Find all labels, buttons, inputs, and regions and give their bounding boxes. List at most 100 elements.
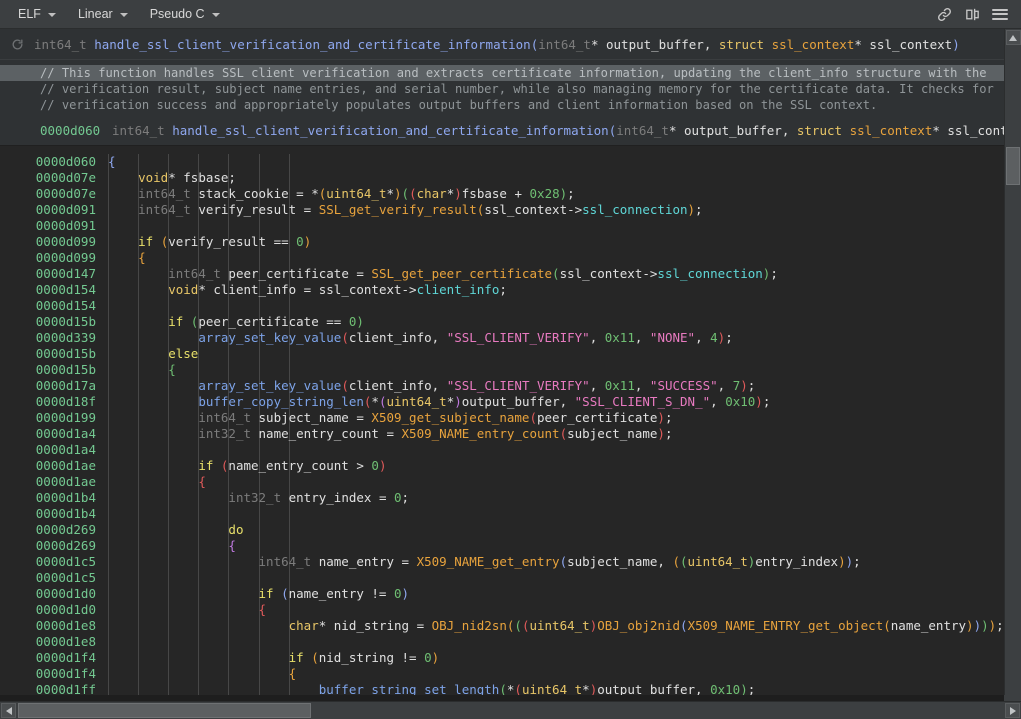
code-token[interactable]: ;	[665, 426, 673, 441]
code-token[interactable]: )	[356, 314, 364, 329]
code-token[interactable]: SSL_get_peer_certificate	[371, 266, 552, 281]
code-token[interactable]: (	[409, 186, 417, 201]
code-token[interactable]: buffer_copy_string_len	[198, 394, 364, 409]
line-address[interactable]: 0000d154	[0, 298, 96, 314]
code-token[interactable]: {	[108, 154, 116, 169]
code-line[interactable]: 0000d1d0 if (name_entry != 0)	[0, 586, 1004, 602]
code-token[interactable]: handle_ssl_client_verification_and_certi…	[172, 123, 609, 138]
line-address[interactable]: 0000d091	[0, 202, 96, 218]
code-token[interactable]: )	[394, 186, 402, 201]
scroll-right-arrow-icon[interactable]	[1005, 703, 1020, 718]
code-line[interactable]: 0000d154	[0, 298, 1004, 314]
code-token[interactable]: (	[281, 586, 289, 601]
code-token[interactable]: int64_t	[138, 202, 191, 217]
code-token[interactable]: "SSL_CLIENT_VERIFY"	[447, 378, 590, 393]
code-token[interactable]: int32_t	[198, 426, 251, 441]
code-token[interactable]: 0x10	[725, 394, 755, 409]
code-token[interactable]: (	[560, 554, 568, 569]
line-address[interactable]: 0000d1d0	[0, 602, 96, 618]
code-line[interactable]: 0000d07e int64_t stack_cookie = * (uint64…	[0, 186, 1004, 202]
code-token[interactable]: ;	[499, 282, 507, 297]
line-code[interactable]: if (nid_string != 0)	[96, 650, 1004, 666]
code-line[interactable]: 0000d1ae if (name_entry_count > 0)	[0, 458, 1004, 474]
code-token[interactable]: (	[311, 650, 319, 665]
code-token[interactable]: {	[289, 666, 297, 681]
code-line[interactable]: 0000d17a array_set_key_value(client_info…	[0, 378, 1004, 394]
line-address[interactable]: 0000d17a	[0, 378, 96, 394]
line-address[interactable]: 0000d1b4	[0, 490, 96, 506]
code-line[interactable]: 0000d269 do	[0, 522, 1004, 538]
file-format-dropdown[interactable]: ELF	[10, 4, 64, 24]
line-code[interactable]: {	[96, 602, 1004, 618]
code-token[interactable]: ,	[718, 378, 733, 393]
line-address[interactable]: 0000d1ae	[0, 458, 96, 474]
code-token[interactable]: struct	[797, 123, 850, 138]
code-token[interactable]: array_set_key_value	[198, 378, 341, 393]
line-address[interactable]: 0000d269	[0, 522, 96, 538]
line-code[interactable]: {	[96, 362, 1004, 378]
code-token[interactable]: {	[198, 474, 206, 489]
line-address[interactable]: 0000d15b	[0, 314, 96, 330]
code-token[interactable]: OBJ_nid2sn	[432, 618, 507, 633]
code-token[interactable]: int64_t	[34, 37, 94, 52]
line-code[interactable]: {	[96, 666, 1004, 682]
code-line[interactable]: 0000d339 array_set_key_value(client_info…	[0, 330, 1004, 346]
code-token[interactable]: )	[846, 554, 854, 569]
code-token[interactable]: peer_certificate ==	[198, 314, 349, 329]
menu-icon[interactable]	[987, 1, 1013, 27]
code-token[interactable]: )	[454, 394, 462, 409]
line-code[interactable]: int64_t peer_certificate = SSL_get_peer_…	[96, 266, 1004, 282]
code-line[interactable]: 0000d07e void* fsbase;	[0, 170, 1004, 186]
code-token[interactable]: X509_NAME_ENTRY_get_object	[688, 618, 884, 633]
code-token[interactable]: 0	[394, 490, 402, 505]
code-token[interactable]: (	[514, 618, 522, 633]
line-code[interactable]: if (name_entry != 0)	[96, 586, 1004, 602]
code-line[interactable]: 0000d1ae {	[0, 474, 1004, 490]
code-token[interactable]: do	[228, 522, 243, 537]
code-token[interactable]: )	[657, 410, 665, 425]
code-line[interactable]: 0000d1f4 if (nid_string != 0)	[0, 650, 1004, 666]
code-token[interactable]: )	[755, 394, 763, 409]
code-token[interactable]: * output_buffer,	[669, 123, 797, 138]
code-line[interactable]: 0000d099 if (verify_result == 0)	[0, 234, 1004, 250]
code-token[interactable]: name_entry !=	[289, 586, 394, 601]
line-code[interactable]: if (peer_certificate == 0)	[96, 314, 1004, 330]
code-line[interactable]: 0000d1b4 int32_t entry_index = 0;	[0, 490, 1004, 506]
code-token[interactable]: 0x11	[605, 330, 635, 345]
line-address[interactable]: 0000d15b	[0, 346, 96, 362]
code-token[interactable]: (	[341, 330, 349, 345]
code-line[interactable]: 0000d060 {	[0, 154, 1004, 170]
line-code[interactable]	[96, 218, 1004, 234]
code-token[interactable]: {	[259, 602, 267, 617]
code-token[interactable]: )	[981, 618, 989, 633]
code-token[interactable]: verify_result ==	[168, 234, 296, 249]
code-token[interactable]: {	[228, 538, 236, 553]
code-token[interactable]: ;	[748, 378, 756, 393]
line-code[interactable]	[96, 298, 1004, 314]
code-token[interactable]: output_buffer,	[462, 394, 575, 409]
code-token[interactable]: int64_t	[168, 266, 221, 281]
code-token[interactable]: 0	[424, 650, 432, 665]
code-line[interactable]: 0000d1f4 {	[0, 666, 1004, 682]
line-code[interactable]: void* client_info = ssl_context->client_…	[96, 282, 1004, 298]
code-token[interactable]: ;	[402, 490, 410, 505]
code-token[interactable]: client_info	[417, 282, 500, 297]
code-token[interactable]: (	[552, 266, 560, 281]
line-code[interactable]: int64_t stack_cookie = *(uint64_t*)((cha…	[96, 186, 1004, 202]
horizontal-scrollbar-thumb[interactable]	[18, 703, 311, 718]
code-token[interactable]: int64_t	[616, 123, 669, 138]
line-address[interactable]: 0000d060	[0, 154, 96, 170]
code-token[interactable]: ,	[635, 378, 650, 393]
code-token[interactable]: * nid_string =	[319, 618, 432, 633]
code-token[interactable]: fsbase +	[462, 186, 530, 201]
code-token[interactable]: ;	[567, 186, 575, 201]
line-address[interactable]: 0000d1b4	[0, 506, 96, 522]
line-address[interactable]: 0000d1d0	[0, 586, 96, 602]
code-line[interactable]: 0000d18f buffer_copy_string_len(*(uint64…	[0, 394, 1004, 410]
il-view-dropdown[interactable]: Pseudo C	[142, 4, 228, 24]
code-token[interactable]: * output_buffer,	[591, 37, 719, 52]
code-token[interactable]: int64_t	[138, 186, 191, 201]
line-address[interactable]: 0000d07e	[0, 186, 96, 202]
code-token[interactable]: name_entry_count >	[228, 458, 371, 473]
code-token[interactable]: )	[454, 186, 462, 201]
